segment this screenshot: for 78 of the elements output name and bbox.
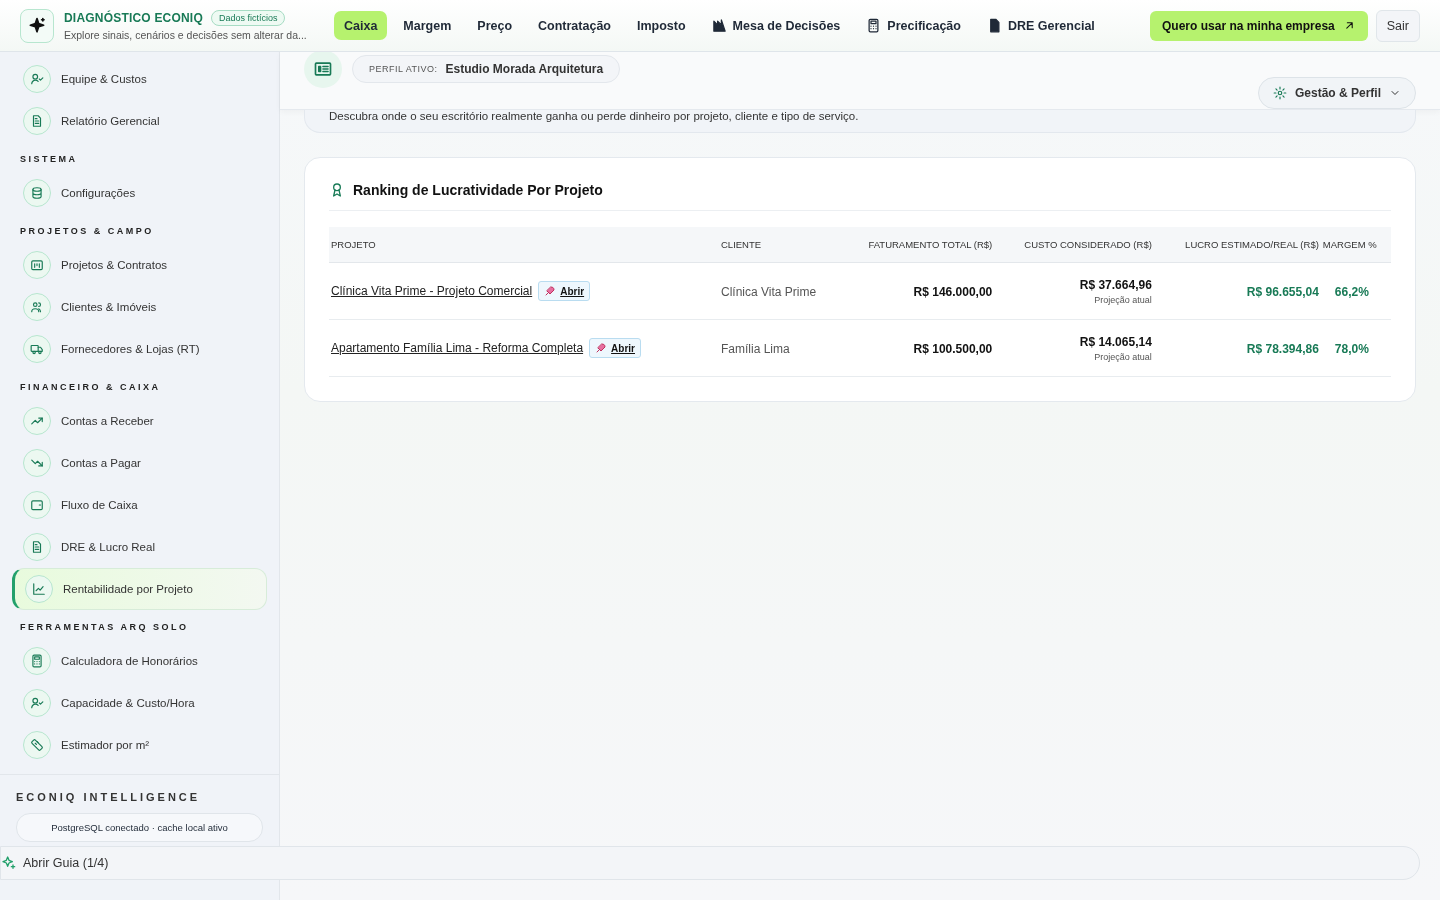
table-cell: 66,2% — [1334, 285, 1369, 299]
table-cell: 78,0% — [1334, 342, 1369, 356]
section-heading: FINANCEIRO & CAIXA — [19, 381, 162, 394]
trend-down-icon — [30, 456, 44, 470]
sidebar-item[interactable]: DRE & Lucro Real — [12, 526, 267, 568]
brand-name: DIAGNÓSTICO ECONIQ — [64, 11, 203, 25]
sidebar-item[interactable]: Configurações — [12, 172, 267, 214]
nav-tab[interactable]: Caixa — [334, 11, 388, 40]
sidebar-item[interactable]: Contas a Receber — [12, 400, 267, 442]
nav-tab[interactable]: Contratação — [528, 11, 621, 40]
wallet-icon — [30, 498, 44, 512]
sidebar-item[interactable]: Contas a Pagar — [12, 442, 267, 484]
user-check-icon — [30, 72, 44, 86]
sidebar-item[interactable]: Projetos & Contratos — [12, 244, 267, 286]
profile-menu-button[interactable]: Gestão & Perfil — [1257, 76, 1416, 109]
profile-label: PERFIL ATIVO: — [369, 63, 438, 74]
sidebar-item[interactable]: Rentabilidade por Projeto — [12, 568, 267, 610]
sidebar-item[interactable]: Equipe & Custos — [12, 58, 267, 100]
status-pill: PostgreSQL conectado · cache local ativo — [16, 813, 263, 842]
demo-badge: Dados fictícios — [210, 10, 286, 26]
project-link[interactable]: Apartamento Família Lima - Reforma Completa — [331, 341, 584, 355]
nav-tab[interactable]: Imposto — [627, 11, 696, 40]
sidebar-item[interactable]: Fluxo de Caixa — [12, 484, 267, 526]
sidebar-item[interactable]: Fornecedores & Lojas (RT) — [12, 328, 267, 370]
ruler-icon — [30, 738, 44, 752]
column-header: PROJETO — [329, 227, 719, 263]
section-heading: PROJETOS & CAMPO — [19, 225, 155, 238]
column-header: FATURAMENTO TOTAL (R$) — [839, 227, 995, 263]
table-cell: Clínica Vita Prime — [721, 285, 817, 299]
table-cell: R$ 96.655,04 — [1246, 285, 1319, 299]
nav-tab[interactable]: DRE Gerencial — [976, 11, 1105, 40]
guide-bar[interactable]: Abrir Guia (1/4) — [0, 846, 1420, 880]
document-icon — [30, 540, 44, 554]
profile-name: Estudio Morada Arquitetura — [445, 61, 604, 76]
column-header: MARGEM % — [1320, 227, 1391, 263]
nav-tab[interactable]: Margem — [393, 11, 462, 40]
truck-icon — [30, 342, 44, 356]
open-button[interactable]: Abrir — [538, 281, 591, 301]
sidebar-item[interactable]: Estimador por m² — [12, 724, 267, 766]
trend-up-icon — [30, 414, 44, 428]
table-cell: R$ 78.394,86 — [1246, 342, 1319, 356]
document-icon — [30, 114, 44, 128]
line-chart-icon — [32, 582, 46, 596]
sparkle-icon — [27, 15, 47, 36]
open-button[interactable]: Abrir — [589, 338, 641, 358]
nav-tab[interactable]: Mesa de Decisões — [701, 11, 851, 40]
calculator-icon — [866, 18, 882, 33]
table-cell-text: R$ 37.664,96 — [1078, 277, 1152, 292]
table-cell: Família Lima — [721, 342, 790, 356]
column-header: CUSTO CONSIDERADO (R$) — [994, 227, 1154, 263]
cost-note: Projeção atual — [1093, 294, 1152, 305]
nav-tab[interactable]: Precificação — [856, 11, 971, 40]
page-description: Descubra onde o seu escritório realmente ganha ou perde dinheiro por projeto, cliente e tipo de serviço. — [329, 110, 860, 122]
table-cell-text: R$ 14.065,14 — [1078, 334, 1152, 349]
calculator-icon — [30, 654, 44, 668]
folder-icon — [30, 258, 44, 272]
sidebar-item[interactable]: Calculadora de Honorários — [12, 640, 267, 682]
table-cell: R$ 146.000,00 — [913, 285, 993, 299]
table-cell: R$ 100.500,00 — [913, 342, 993, 356]
section-heading: SISTEMA — [19, 153, 79, 166]
user-check-icon — [30, 696, 44, 710]
nav-tab[interactable]: Preço — [467, 11, 523, 40]
section-heading: ECONIQ INTELLIGENCE — [16, 790, 202, 805]
sidebar-item[interactable]: Clientes & Imóveis — [12, 286, 267, 328]
card-title: Ranking de Lucratividade Por Projeto — [353, 182, 603, 198]
project-link[interactable]: Clínica Vita Prime - Projeto Comercial — [331, 284, 533, 298]
cost-note: Projeção atual — [1093, 351, 1152, 362]
column-header: CLIENTE — [719, 227, 840, 263]
logout-button[interactable]: Sair — [1375, 9, 1420, 42]
sparkles-icon — [1, 855, 17, 871]
section-heading: FERRAMENTAS ARQ SOLO — [19, 621, 190, 634]
database-icon — [30, 186, 44, 200]
users-icon — [30, 300, 44, 314]
sidebar-item[interactable]: Relatório Gerencial — [12, 100, 267, 142]
brand-subtitle: Explore sinais, cenários e decisões sem alterar da... — [64, 29, 307, 41]
cta-button[interactable]: Quero usar na minha empresa — [1150, 10, 1368, 41]
sidebar-item[interactable]: Capacidade & Custo/Hora — [12, 682, 267, 724]
column-header: LUCRO ESTIMADO/REAL (R$) — [1153, 227, 1321, 263]
